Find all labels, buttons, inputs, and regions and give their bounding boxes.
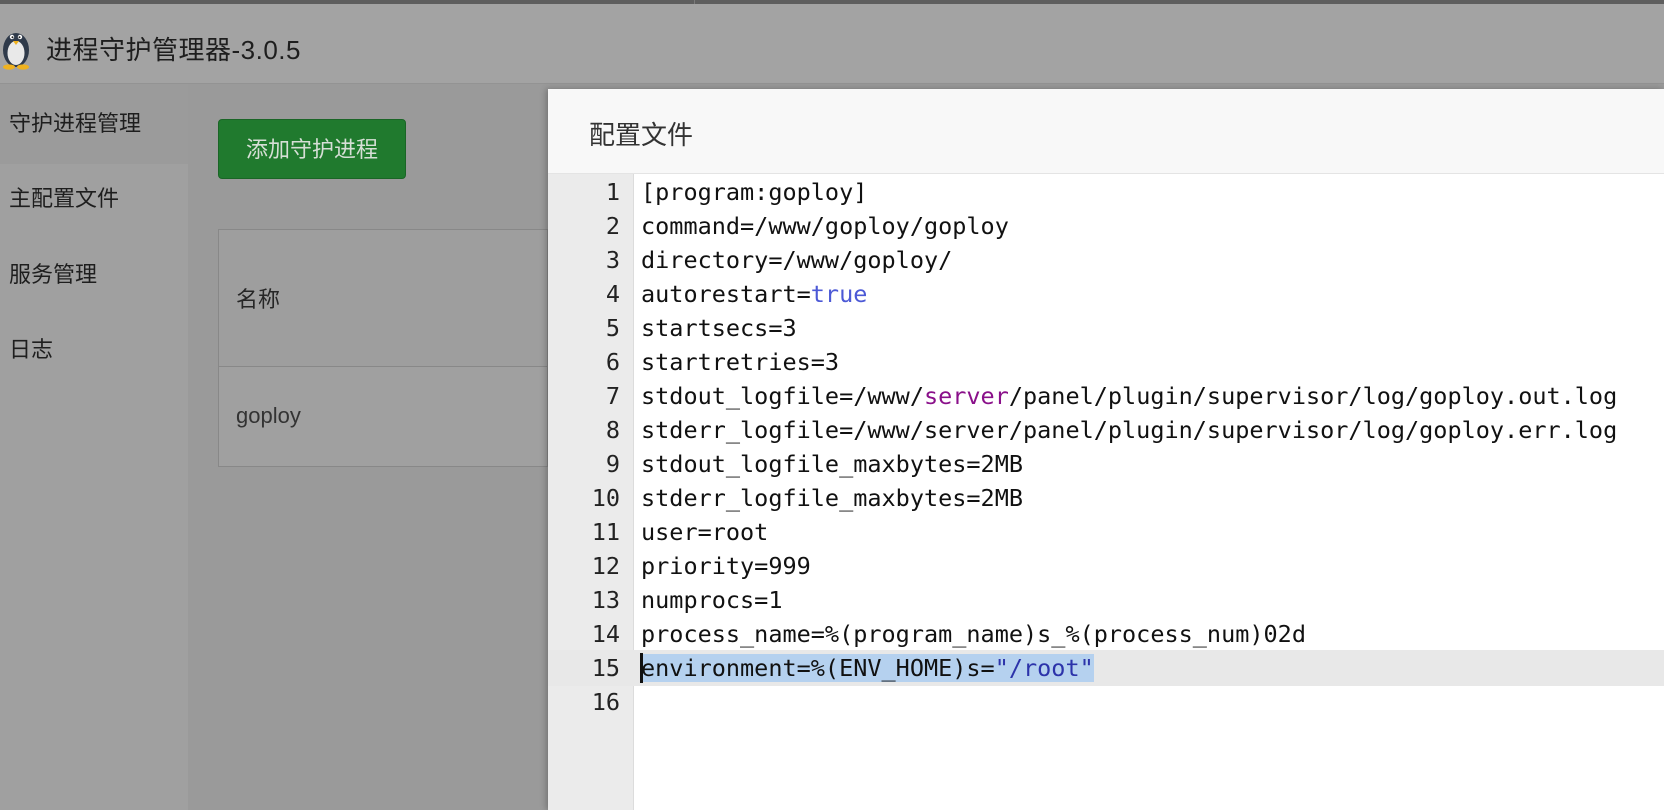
sidebar-item-process-management[interactable]: 守护进程管理 <box>0 84 188 164</box>
code-line: 8 stderr_logfile=/www/server/panel/plugi… <box>548 412 1664 448</box>
text-caret <box>640 653 643 683</box>
code-text: stderr_logfile_maxbytes=2MB <box>641 484 1024 512</box>
line-number: 8 <box>605 416 620 444</box>
code-text: [program:goploy] <box>641 178 868 206</box>
app-title: 进程守护管理器-3.0.5 <box>46 35 301 65</box>
line-number: 2 <box>605 212 620 240</box>
sidebar-item-main-config[interactable]: 主配置文件 <box>0 159 188 239</box>
sidebar: 守护进程管理 主配置文件 服务管理 日志 <box>0 84 188 810</box>
sidebar-item-label: 服务管理 <box>9 262 98 287</box>
process-table: 名称 goploy <box>218 229 548 467</box>
line-number: 10 <box>591 484 620 512</box>
config-file-modal: 配置文件 1 [program:goploy] 2 command=/www/g… <box>548 89 1664 810</box>
code-text: numprocs=1 <box>641 586 783 614</box>
penguin-icon <box>3 33 29 70</box>
code-line: 12 priority=999 <box>548 548 1664 584</box>
line-number: 5 <box>605 314 620 342</box>
line-number: 3 <box>605 246 620 274</box>
code-text: directory=/www/goploy/ <box>641 246 953 274</box>
code-text: stderr_logfile=/www/server/panel/plugin/… <box>641 416 1618 444</box>
code-text: user=root <box>641 518 769 546</box>
column-header-name: 名称 <box>236 287 281 312</box>
code-line-current: 15 environment=%(ENV_HOME)s="/root" <box>548 650 1664 686</box>
app-header: 进程守护管理器-3.0.5 <box>0 4 1664 84</box>
sidebar-item-service-management[interactable]: 服务管理 <box>0 235 188 315</box>
line-number: 4 <box>605 280 620 308</box>
code-line: 4 autorestart=true <box>548 276 1664 312</box>
code-text: process_name=%(program_name)s_%(process_… <box>641 620 1306 648</box>
code-editor[interactable]: 1 [program:goploy] 2 command=/www/goploy… <box>548 174 1664 810</box>
table-header: 名称 <box>219 230 547 367</box>
code-line: 9 stdout_logfile_maxbytes=2MB <box>548 446 1664 482</box>
modal-title: 配置文件 <box>589 120 694 150</box>
code-text: autorestart=true <box>641 280 868 308</box>
code-text: stdout_logfile=/www/server/panel/plugin/… <box>641 382 1618 410</box>
code-line: 2 command=/www/goploy/goploy <box>548 208 1664 244</box>
line-number: 9 <box>605 450 620 478</box>
sidebar-item-label: 守护进程管理 <box>9 111 142 136</box>
modal-header: 配置文件 <box>548 89 1664 174</box>
line-number: 11 <box>591 518 620 546</box>
process-name-cell: goploy <box>236 403 301 428</box>
code-line: 13 numprocs=1 <box>548 582 1664 618</box>
line-number: 7 <box>605 382 620 410</box>
code-text: startsecs=3 <box>641 314 797 342</box>
line-number: 14 <box>591 620 620 648</box>
line-number: 12 <box>591 552 620 580</box>
code-text: stdout_logfile_maxbytes=2MB <box>641 450 1024 478</box>
sidebar-item-logs[interactable]: 日志 <box>0 310 188 390</box>
code-text: priority=999 <box>641 552 811 580</box>
sidebar-item-label: 日志 <box>9 337 54 362</box>
code-line: 6 startretries=3 <box>548 344 1664 380</box>
code-text: command=/www/goploy/goploy <box>641 212 1009 240</box>
sidebar-item-label: 主配置文件 <box>9 186 120 211</box>
code-line: 5 startsecs=3 <box>548 310 1664 346</box>
code-line: 1 [program:goploy] <box>548 174 1664 210</box>
add-process-button[interactable]: 添加守护进程 <box>218 119 406 179</box>
code-line: 16 <box>548 684 1664 720</box>
code-text: startretries=3 <box>641 348 840 376</box>
line-number: 13 <box>591 586 620 614</box>
code-line: 14 process_name=%(program_name)s_%(proce… <box>548 616 1664 652</box>
line-number: 15 <box>591 654 620 682</box>
code-line: 7 stdout_logfile=/www/server/panel/plugi… <box>548 378 1664 414</box>
code-line: 11 user=root <box>548 514 1664 550</box>
line-number: 1 <box>605 178 620 206</box>
code-line: 3 directory=/www/goploy/ <box>548 242 1664 278</box>
line-number: 16 <box>591 688 620 716</box>
code-text: environment=%(ENV_HOME)s="/root" <box>641 654 1094 682</box>
code-line: 10 stderr_logfile_maxbytes=2MB <box>548 480 1664 516</box>
line-number: 6 <box>605 348 620 376</box>
